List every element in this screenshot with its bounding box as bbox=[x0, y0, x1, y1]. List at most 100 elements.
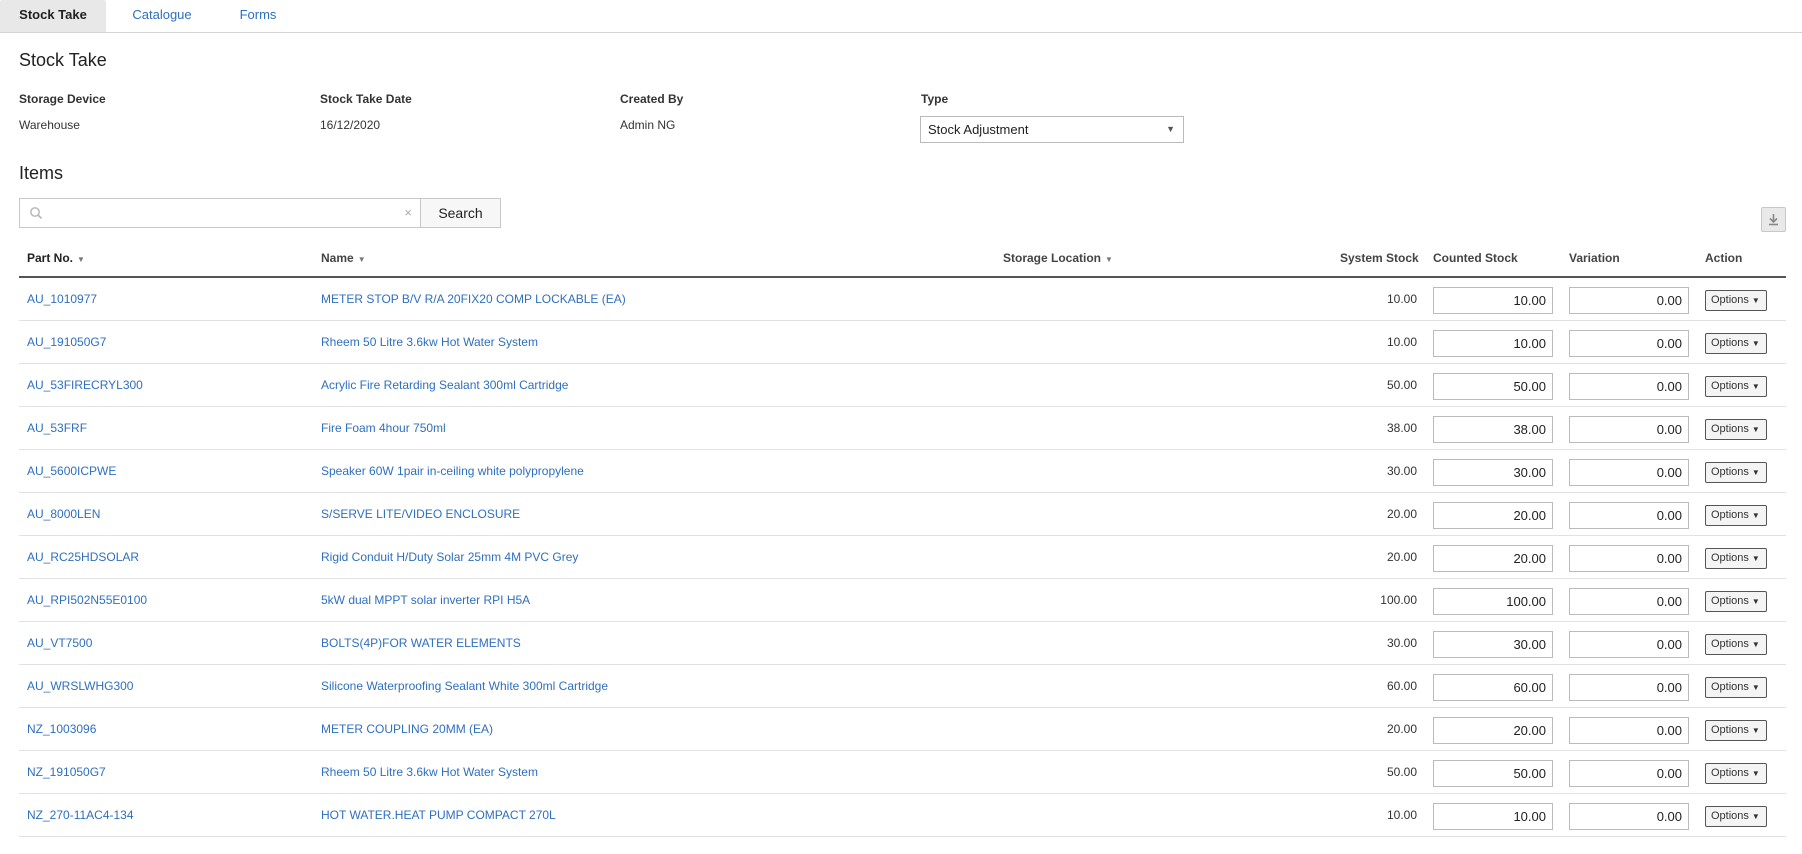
part-no-link[interactable]: AU_WRSLWHG300 bbox=[27, 665, 133, 707]
part-no-link[interactable]: AU_53FIRECRYL300 bbox=[27, 364, 143, 406]
item-name-link[interactable]: 5kW dual MPPT solar inverter RPI H5A bbox=[321, 579, 530, 621]
counted-stock-input[interactable]: 30.00 bbox=[1433, 459, 1553, 486]
options-button[interactable]: Options ▼ bbox=[1705, 333, 1767, 354]
variation-input[interactable]: 0.00 bbox=[1569, 674, 1689, 701]
options-label: Options bbox=[1711, 595, 1749, 607]
options-label: Options bbox=[1711, 423, 1749, 435]
column-header-storage-location[interactable]: Storage Location ▼ bbox=[1003, 251, 1113, 265]
part-no-link[interactable]: NZ_1003096 bbox=[27, 708, 96, 750]
storage-device-label: Storage Device bbox=[19, 92, 106, 106]
variation-input[interactable]: 0.00 bbox=[1569, 459, 1689, 486]
item-name-link[interactable]: HOT WATER.HEAT PUMP COMPACT 270L bbox=[321, 794, 556, 836]
counted-stock-input[interactable]: 50.00 bbox=[1433, 373, 1553, 400]
variation-input[interactable]: 0.00 bbox=[1569, 373, 1689, 400]
options-button[interactable]: Options ▼ bbox=[1705, 720, 1767, 741]
part-no-link[interactable]: AU_8000LEN bbox=[27, 493, 100, 535]
table-row: AU_53FIRECRYL300 Acrylic Fire Retarding S… bbox=[19, 364, 1786, 407]
chevron-down-icon: ▼ bbox=[1751, 769, 1760, 778]
options-button[interactable]: Options ▼ bbox=[1705, 290, 1767, 311]
item-name-link[interactable]: Rigid Conduit H/Duty Solar 25mm 4M PVC G… bbox=[321, 536, 578, 578]
counted-stock-input[interactable]: 20.00 bbox=[1433, 717, 1553, 744]
counted-stock-input[interactable]: 10.00 bbox=[1433, 803, 1553, 830]
options-label: Options bbox=[1711, 509, 1749, 521]
options-button[interactable]: Options ▼ bbox=[1705, 548, 1767, 569]
options-button[interactable]: Options ▼ bbox=[1705, 677, 1767, 698]
part-no-link[interactable]: AU_VT7500 bbox=[27, 622, 92, 664]
counted-stock-input[interactable]: 10.00 bbox=[1433, 287, 1553, 314]
column-header-action: Action bbox=[1705, 251, 1743, 265]
variation-input[interactable]: 0.00 bbox=[1569, 760, 1689, 787]
options-button[interactable]: Options ▼ bbox=[1705, 376, 1767, 397]
table-row: AU_RC25HDSOLAR Rigid Conduit H/Duty Solar… bbox=[19, 536, 1786, 579]
part-no-link[interactable]: AU_1010977 bbox=[27, 278, 97, 320]
variation-input[interactable]: 0.00 bbox=[1569, 803, 1689, 830]
system-stock-cell: 30.00 bbox=[1386, 464, 1417, 478]
search-input[interactable] bbox=[48, 201, 388, 225]
counted-stock-input[interactable]: 20.00 bbox=[1433, 545, 1553, 572]
tab-stock-take[interactable]: Stock Take bbox=[0, 0, 106, 32]
counted-stock-input[interactable]: 10.00 bbox=[1433, 330, 1553, 357]
counted-stock-input[interactable]: 100.00 bbox=[1433, 588, 1553, 615]
part-no-link[interactable]: AU_RPI502N55E0100 bbox=[27, 579, 147, 621]
chevron-down-icon: ▼ bbox=[1751, 554, 1760, 563]
options-button[interactable]: Options ▼ bbox=[1705, 419, 1767, 440]
item-name-link[interactable]: Rheem 50 Litre 3.6kw Hot Water System bbox=[321, 321, 538, 363]
part-no-link[interactable]: NZ_191050G7 bbox=[27, 751, 106, 793]
options-button[interactable]: Options ▼ bbox=[1705, 505, 1767, 526]
variation-input[interactable]: 0.00 bbox=[1569, 588, 1689, 615]
search-button[interactable]: Search bbox=[420, 198, 501, 228]
items-title: Items bbox=[19, 163, 64, 183]
counted-stock-input[interactable]: 20.00 bbox=[1433, 502, 1553, 529]
table-row: NZ_191050G7 Rheem 50 Litre 3.6kw Hot Wate… bbox=[19, 751, 1786, 794]
variation-input[interactable]: 0.00 bbox=[1569, 502, 1689, 529]
system-stock-cell: 10.00 bbox=[1386, 335, 1417, 349]
item-name-link[interactable]: METER STOP B/V R/A 20FIX20 COMP LOCKABLE… bbox=[321, 278, 626, 320]
column-header-variation: Variation bbox=[1569, 251, 1620, 265]
counted-stock-input[interactable]: 30.00 bbox=[1433, 631, 1553, 658]
system-stock-cell: 10.00 bbox=[1386, 292, 1417, 306]
options-button[interactable]: Options ▼ bbox=[1705, 763, 1767, 784]
variation-input[interactable]: 0.00 bbox=[1569, 330, 1689, 357]
options-button[interactable]: Options ▼ bbox=[1705, 634, 1767, 655]
variation-input[interactable]: 0.00 bbox=[1569, 717, 1689, 744]
item-name-link[interactable]: METER COUPLING 20MM (EA) bbox=[321, 708, 493, 750]
download-button[interactable] bbox=[1761, 207, 1786, 232]
variation-input[interactable]: 0.00 bbox=[1569, 287, 1689, 314]
item-name-link[interactable]: Acrylic Fire Retarding Sealant 300ml Car… bbox=[321, 364, 568, 406]
item-name-link[interactable]: S/SERVE LITE/VIDEO ENCLOSURE bbox=[321, 493, 520, 535]
close-icon[interactable]: × bbox=[404, 205, 412, 220]
item-name-link[interactable]: Rheem 50 Litre 3.6kw Hot Water System bbox=[321, 751, 538, 793]
item-name-link[interactable]: BOLTS(4P)FOR WATER ELEMENTS bbox=[321, 622, 521, 664]
chevron-down-icon: ▼ bbox=[1751, 511, 1760, 520]
column-header-name[interactable]: Name ▼ bbox=[321, 251, 366, 265]
options-label: Options bbox=[1711, 466, 1749, 478]
counted-stock-input[interactable]: 60.00 bbox=[1433, 674, 1553, 701]
variation-input[interactable]: 0.00 bbox=[1569, 545, 1689, 572]
item-name-link[interactable]: Speaker 60W 1pair in-ceiling white polyp… bbox=[321, 450, 584, 492]
variation-input[interactable]: 0.00 bbox=[1569, 416, 1689, 443]
item-name-link[interactable]: Silicone Waterproofing Sealant White 300… bbox=[321, 665, 608, 707]
part-no-link[interactable]: AU_5600ICPWE bbox=[27, 450, 116, 492]
type-select[interactable]: Stock Adjustment ▼ bbox=[920, 116, 1184, 143]
options-button[interactable]: Options ▼ bbox=[1705, 591, 1767, 612]
part-no-link[interactable]: AU_191050G7 bbox=[27, 321, 106, 363]
tab-forms[interactable]: Forms bbox=[232, 0, 284, 32]
table-row: AU_5600ICPWE Speaker 60W 1pair in-ceiling… bbox=[19, 450, 1786, 493]
tab-catalogue[interactable]: Catalogue bbox=[124, 0, 200, 32]
options-button[interactable]: Options ▼ bbox=[1705, 462, 1767, 483]
options-label: Options bbox=[1711, 767, 1749, 779]
part-no-link[interactable]: NZ_270-11AC4-134 bbox=[27, 794, 134, 836]
options-label: Options bbox=[1711, 681, 1749, 693]
options-label: Options bbox=[1711, 337, 1749, 349]
part-no-link[interactable]: AU_RC25HDSOLAR bbox=[27, 536, 139, 578]
options-button[interactable]: Options ▼ bbox=[1705, 806, 1767, 827]
chevron-down-icon: ▼ bbox=[1751, 726, 1760, 735]
counted-stock-input[interactable]: 50.00 bbox=[1433, 760, 1553, 787]
options-label: Options bbox=[1711, 294, 1749, 306]
column-header-part-no[interactable]: Part No. ▼ bbox=[27, 251, 85, 265]
counted-stock-input[interactable]: 38.00 bbox=[1433, 416, 1553, 443]
part-no-link[interactable]: AU_53FRF bbox=[27, 407, 87, 449]
search-icon bbox=[30, 207, 43, 220]
item-name-link[interactable]: Fire Foam 4hour 750ml bbox=[321, 407, 446, 449]
variation-input[interactable]: 0.00 bbox=[1569, 631, 1689, 658]
